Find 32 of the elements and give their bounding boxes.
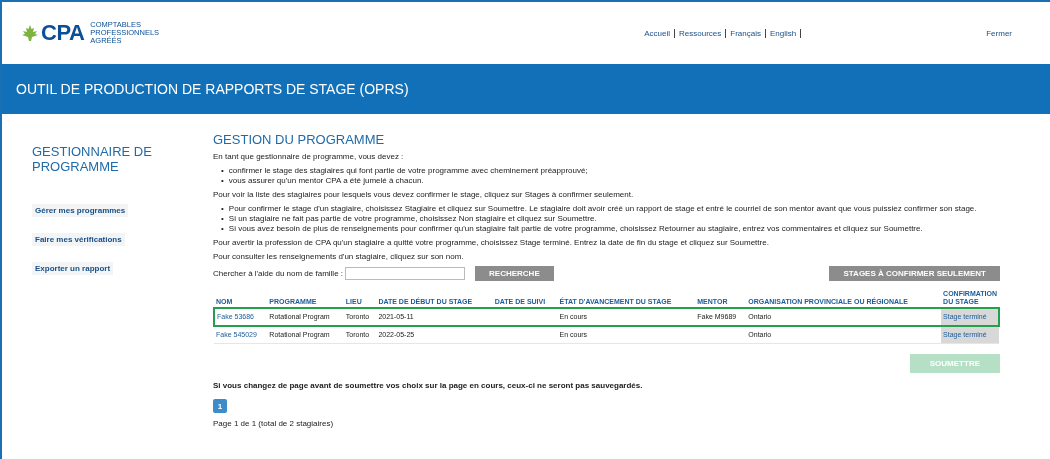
sidebar-title: GESTIONNAIRE DE PROGRAMME — [32, 144, 153, 174]
logo-wordmark: CPA — [41, 20, 85, 46]
page-info: Page 1 de 1 (total de 2 stagiaires) — [213, 419, 335, 429]
app-title: OUTIL DE PRODUCTION DE RAPPORTS DE STAGE (OPRS) — [16, 81, 409, 97]
bullet-mark: • — [221, 204, 224, 214]
bullet-mark: • — [221, 214, 224, 224]
bullet-mark: • — [221, 166, 224, 176]
nav-link[interactable]: Ressources — [675, 28, 727, 38]
nav-link[interactable]: English — [765, 28, 802, 38]
bullet-mark: • — [221, 224, 224, 234]
instruction-text: Pour consulter les renseignements d'un stagiaire, cliquez sur son nom. — [213, 252, 465, 262]
nav-link[interactable]: Accueil — [640, 28, 676, 38]
close-link[interactable]: Fermer — [986, 28, 1012, 38]
sidebar-link[interactable]: Faire mes vérifications — [32, 233, 125, 246]
instruction-item: Pour confirmer le stage d'un stagiaire, choisissez Stagiaire et cliquez sur Soumettre. Le stagiaire doit avoir créé un rapport de stage et entré le courriel de son mentor avant que vous puissiez confirmer son stage. — [228, 204, 977, 214]
instruction-item: confirmer le stage des stagiaires qui font partie de votre programme avec cheminement préapprouvé; — [228, 166, 588, 176]
instruction-text: Pour voir la liste des stagiaires pour lesquels vous devez confirmer le stage, cliquez sur Stages à confirmer seulement. — [213, 190, 635, 200]
instruction-text: Pour avertir la profession de CPA qu'un stagiaire a quitté votre programme, choisissez Stage terminé. Entrez la date de fin du stage et cliquez sur Soumettre. — [213, 238, 770, 248]
warning-text: Si vous changez de page avant de soumettre vos choix sur la page en cours, ceux-ci ne seront pas sauvegardés. — [213, 381, 644, 391]
instruction-item: Si un stagiaire ne fait pas partie de votre programme, choisissez Non stagiaire et cliquez sur Soumettre. — [228, 214, 597, 224]
instruction-item: Si vous avez besoin de plus de renseignements pour confirmer qu'un stagiaire fait partie de votre programme, choisissez Retourner au stagiaire, entrez vos commentaires et cliquez sur Soumettre. — [228, 224, 923, 234]
page-title: GESTION DU PROGRAMME — [213, 132, 386, 147]
sidebar-link[interactable]: Gérer mes programmes — [32, 204, 129, 217]
nav-link[interactable]: Français — [726, 28, 766, 38]
instruction-item: vous assurer qu'un mentor CPA a été jumelé à chacun. — [228, 176, 424, 186]
page-button[interactable]: 1 — [213, 399, 227, 413]
instruction-text: En tant que gestionnaire de programme, vous devez : — [213, 152, 405, 162]
search-label: Chercher à l'aide du nom de famille : — [213, 268, 344, 279]
bullet-mark: • — [221, 176, 224, 186]
maple-leaf-icon — [22, 25, 38, 41]
search-field[interactable] — [345, 267, 466, 280]
sidebar-link[interactable]: Exporter un rapport — [32, 262, 114, 275]
